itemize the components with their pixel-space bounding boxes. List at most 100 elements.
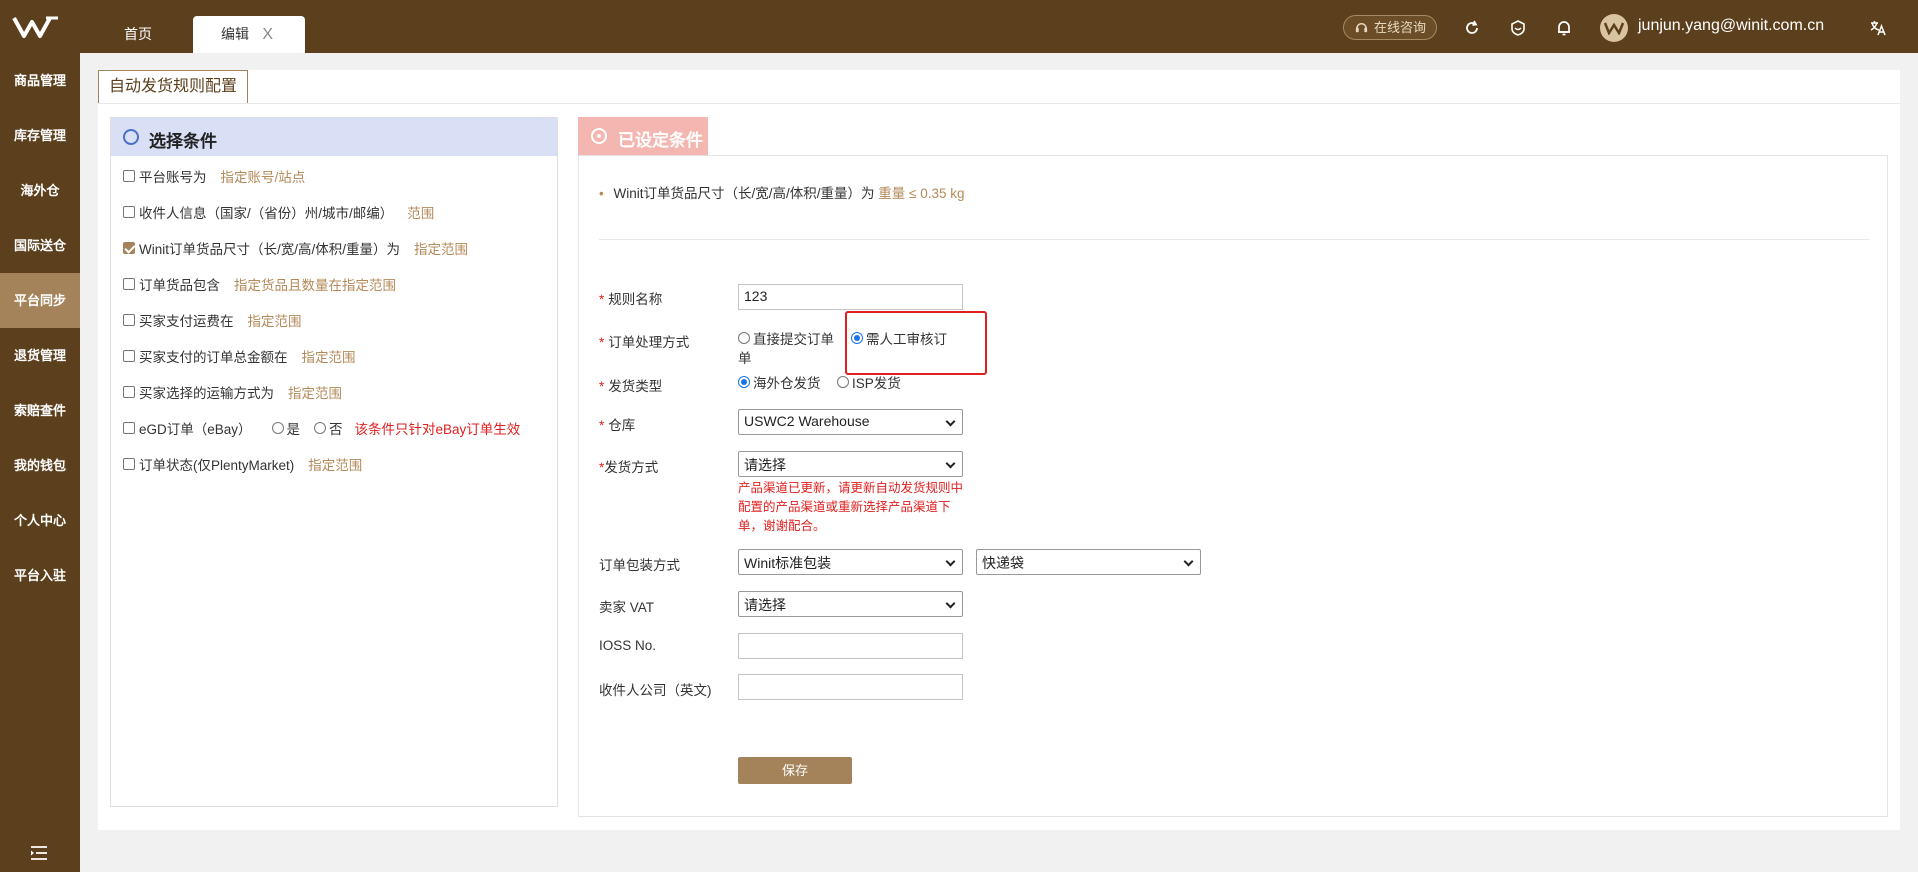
condition-label: 买家选择的运输方式为: [139, 386, 274, 401]
condition-link[interactable]: 指定范围: [248, 310, 302, 330]
condition-checkbox[interactable]: [123, 242, 135, 254]
language-icon[interactable]: [1868, 18, 1888, 38]
condition-checkbox[interactable]: [123, 458, 135, 470]
condition-link[interactable]: 指定范围: [288, 382, 342, 402]
user-email[interactable]: junjun.yang@winit.com.cn: [1638, 17, 1824, 35]
egd-no-radio[interactable]: [314, 422, 327, 434]
packaging-type-select-value: 快递袋: [982, 555, 1024, 571]
condition-order-status: 订单状态(仅PlentyMarket) 指定范围: [123, 454, 362, 474]
condition-checkbox[interactable]: [123, 314, 135, 326]
condition-platform-account: 平台账号为 指定账号/站点: [123, 166, 305, 186]
condition-checkbox[interactable]: [123, 170, 135, 182]
ship-type-isp-option[interactable]: ISP发货: [837, 372, 901, 392]
set-conditions-header: 已设定条件: [578, 117, 708, 155]
condition-label: 买家支付运费在: [139, 314, 234, 329]
avatar[interactable]: [1600, 14, 1628, 42]
sidebar-item-claims[interactable]: 索赔查件: [0, 383, 80, 438]
egd-note: 该条件只针对eBay订单生效: [354, 422, 521, 437]
condition-link[interactable]: 指定范围: [302, 346, 356, 366]
process-direct-label-wrap: 单: [738, 351, 752, 366]
condition-label: 订单状态(仅PlentyMarket): [139, 458, 295, 473]
ship-method-select[interactable]: 请选择: [738, 451, 963, 477]
condition-link[interactable]: 指定货品且数量在指定范围: [234, 274, 396, 294]
page-tab-auto-ship-rule[interactable]: 自动发货规则配置: [98, 70, 249, 104]
ship-method-error: 产品渠道已更新，请更新自动发货规则中配置的产品渠道或重新选择产品渠道下单，谢谢配…: [738, 481, 964, 533]
online-consult-label: 在线咨询: [1374, 20, 1427, 35]
condition-label: Winit订单货品尺寸（长/宽/高/体积/重量）为: [139, 242, 401, 257]
set-conditions-title: 已设定条件: [618, 131, 703, 150]
condition-buyer-shipping-fee: 买家支付运费在 指定范围: [123, 310, 302, 330]
sidebar-item-returns[interactable]: 退货管理: [0, 328, 80, 383]
condition-link[interactable]: 范围: [407, 202, 434, 222]
online-consult-button[interactable]: 在线咨询: [1343, 15, 1437, 40]
condition-select-title: 选择条件: [149, 132, 217, 151]
ioss-input[interactable]: [738, 633, 963, 659]
packaging-select[interactable]: Winit标准包装: [738, 549, 963, 575]
save-button[interactable]: 保存: [738, 757, 852, 784]
set-condition-item: • Winit订单货品尺寸（长/宽/高/体积/重量）为 重量 ≤ 0.35 kg: [599, 182, 964, 202]
process-direct-option[interactable]: 直接提交订单: [738, 328, 834, 348]
condition-label: 收件人信息（国家/（省份）州/城市/邮编）: [139, 206, 394, 221]
vat-select-value: 请选择: [744, 597, 786, 613]
sidebar-item-platform-sync[interactable]: 平台同步: [0, 273, 80, 328]
divider: [599, 239, 1869, 240]
egd-no-label: 否: [329, 422, 343, 437]
tab-home[interactable]: 首页: [100, 16, 176, 53]
ship-type-label-text: 发货类型: [608, 379, 663, 394]
sidebar-item-wallet[interactable]: 我的钱包: [0, 438, 80, 493]
sidebar-item-profile[interactable]: 个人中心: [0, 493, 80, 548]
sidebar-item-inventory[interactable]: 库存管理: [0, 108, 80, 163]
condition-link[interactable]: 指定范围: [414, 238, 468, 258]
condition-checkbox[interactable]: [123, 206, 135, 218]
egd-yes-radio[interactable]: [271, 422, 284, 434]
feedback-icon[interactable]: [1508, 18, 1528, 38]
condition-checkbox[interactable]: [123, 386, 135, 398]
condition-checkbox[interactable]: [123, 350, 135, 362]
condition-checkbox[interactable]: [123, 422, 135, 434]
ship-type-overseas-option[interactable]: 海外仓发货: [738, 372, 821, 392]
process-direct-label: 直接提交订单: [753, 332, 834, 347]
process-direct-radio[interactable]: [738, 332, 750, 344]
condition-label: eGD订单（eBay）: [139, 422, 252, 437]
sidebar-item-overseas-warehouse[interactable]: 海外仓: [0, 163, 80, 218]
order-process-label-text: 订单处理方式: [608, 335, 690, 350]
condition-link[interactable]: 指定账号/站点: [221, 166, 306, 186]
company-input[interactable]: [738, 674, 963, 700]
sidebar-item-platform-onboard[interactable]: 平台入驻: [0, 548, 80, 603]
order-process-label: * 订单处理方式: [599, 335, 690, 350]
rule-name-input[interactable]: 123: [738, 284, 963, 310]
ship-method-label: *发货方式: [599, 460, 659, 475]
packaging-select-value: Winit标准包装: [744, 555, 832, 571]
ship-type-isp-label: ISP发货: [852, 376, 901, 391]
condition-item-size: Winit订单货品尺寸（长/宽/高/体积/重量）为 指定范围: [123, 238, 468, 258]
vat-label: 卖家 VAT: [599, 600, 655, 615]
tab-edit-label: 编辑: [221, 26, 249, 42]
refresh-icon[interactable]: [1462, 18, 1482, 38]
condition-label: 平台账号为: [139, 170, 207, 185]
egd-yes-label: 是: [286, 422, 301, 437]
set-conditions-panel: • Winit订单货品尺寸（长/宽/高/体积/重量）为 重量 ≤ 0.35 kg…: [578, 155, 1888, 817]
ship-type-overseas-radio[interactable]: [738, 376, 750, 388]
packaging-type-select[interactable]: 快递袋: [976, 549, 1201, 575]
vat-select[interactable]: 请选择: [738, 591, 963, 617]
highlight-box: [845, 311, 987, 375]
bell-icon[interactable]: [1554, 18, 1574, 38]
sidebar-item-international[interactable]: 国际送仓: [0, 218, 80, 273]
ship-type-isp-radio[interactable]: [837, 376, 849, 388]
tab-edit[interactable]: 编辑 X: [193, 16, 305, 53]
ioss-label: IOSS No.: [599, 638, 657, 653]
rule-name-label: * 规则名称: [599, 292, 663, 307]
condition-label: 买家支付的订单总金额在: [139, 350, 288, 365]
main-content: 自动发货规则配置 选择条件 平台账号为 指定账号/站点 收件人信息（国家/（省份…: [98, 70, 1900, 830]
sidebar-item-product[interactable]: 商品管理: [0, 53, 80, 108]
condition-checkbox[interactable]: [123, 278, 135, 290]
chevron-down-icon: [1183, 556, 1194, 567]
winit-logo-icon[interactable]: [10, 12, 70, 42]
set-condition-value[interactable]: 重量 ≤ 0.35 kg: [878, 186, 964, 201]
condition-link[interactable]: 指定范围: [308, 454, 362, 474]
collapse-menu-icon[interactable]: [30, 845, 48, 861]
condition-label: 订单货品包含: [139, 278, 220, 293]
warehouse-select[interactable]: USWC2 Warehouse: [738, 409, 963, 435]
warehouse-label: * 仓库: [599, 418, 636, 433]
tab-close-icon[interactable]: X: [262, 16, 273, 53]
